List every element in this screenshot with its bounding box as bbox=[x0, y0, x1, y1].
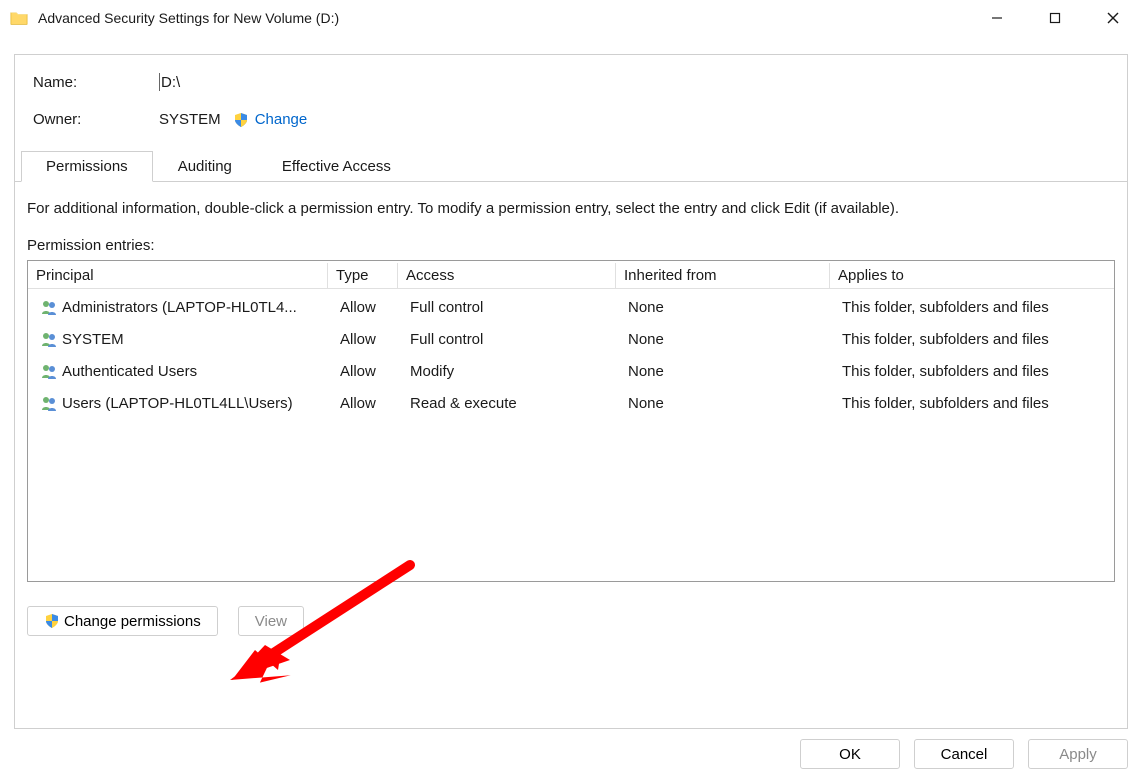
tab-body: For additional information, double-click… bbox=[15, 182, 1127, 648]
col-access[interactable]: Access bbox=[398, 263, 616, 289]
applies-text: This folder, subfolders and files bbox=[834, 329, 1114, 350]
type-text: Allow bbox=[332, 393, 402, 414]
principal-text: SYSTEM bbox=[62, 331, 124, 348]
col-type[interactable]: Type bbox=[328, 263, 398, 289]
permission-listview[interactable]: Principal Type Access Inherited from App… bbox=[27, 260, 1115, 582]
permission-entries-label: Permission entries: bbox=[27, 237, 1115, 254]
shield-icon bbox=[44, 613, 60, 629]
group-icon bbox=[40, 330, 58, 348]
ok-button[interactable]: OK bbox=[800, 739, 900, 769]
inherited-text: None bbox=[620, 393, 834, 414]
permission-row[interactable]: SYSTEM Allow Full control None This fold… bbox=[28, 323, 1114, 355]
view-button[interactable]: View bbox=[238, 606, 304, 636]
permission-row[interactable]: Administrators (LAPTOP-HL0TL4... Allow F… bbox=[28, 291, 1114, 323]
inherited-text: None bbox=[620, 361, 834, 382]
permission-row[interactable]: Users (LAPTOP-HL0TL4LL\Users) Allow Read… bbox=[28, 387, 1114, 419]
tab-permissions[interactable]: Permissions bbox=[21, 151, 153, 182]
name-value: D:\ bbox=[159, 73, 180, 91]
tab-effective-access[interactable]: Effective Access bbox=[257, 151, 416, 182]
inherited-text: None bbox=[620, 329, 834, 350]
group-icon bbox=[40, 362, 58, 380]
shield-icon bbox=[233, 112, 249, 128]
type-text: Allow bbox=[332, 329, 402, 350]
dialog-footer: OK Cancel Apply bbox=[800, 739, 1128, 769]
principal-text: Users (LAPTOP-HL0TL4LL\Users) bbox=[62, 395, 293, 412]
maximize-button[interactable] bbox=[1026, 0, 1084, 36]
folder-icon bbox=[10, 9, 28, 27]
applies-text: This folder, subfolders and files bbox=[834, 361, 1114, 382]
permission-row[interactable]: Authenticated Users Allow Modify None Th… bbox=[28, 355, 1114, 387]
access-text: Read & execute bbox=[402, 393, 620, 414]
access-text: Modify bbox=[402, 361, 620, 382]
access-text: Full control bbox=[402, 329, 620, 350]
title-bar: Advanced Security Settings for New Volum… bbox=[0, 0, 1142, 36]
name-label: Name: bbox=[33, 74, 159, 91]
apply-label: Apply bbox=[1059, 746, 1097, 763]
change-permissions-button[interactable]: Change permissions bbox=[27, 606, 218, 636]
owner-value: SYSTEM bbox=[159, 111, 221, 128]
tab-strip: Permissions Auditing Effective Access bbox=[15, 150, 1127, 182]
type-text: Allow bbox=[332, 361, 402, 382]
change-owner-link[interactable]: Change bbox=[255, 111, 308, 128]
name-value-text: D:\ bbox=[161, 74, 180, 91]
change-permissions-label: Change permissions bbox=[64, 613, 201, 630]
principal-text: Authenticated Users bbox=[62, 363, 197, 380]
col-applies[interactable]: Applies to bbox=[830, 263, 1114, 289]
cancel-label: Cancel bbox=[941, 746, 988, 763]
principal-text: Administrators (LAPTOP-HL0TL4... bbox=[62, 299, 297, 316]
tab-auditing[interactable]: Auditing bbox=[153, 151, 257, 182]
access-text: Full control bbox=[402, 297, 620, 318]
owner-label: Owner: bbox=[33, 111, 159, 128]
applies-text: This folder, subfolders and files bbox=[834, 297, 1114, 318]
listview-header: Principal Type Access Inherited from App… bbox=[28, 261, 1114, 291]
minimize-button[interactable] bbox=[968, 0, 1026, 36]
view-label: View bbox=[255, 613, 287, 630]
ok-label: OK bbox=[839, 746, 861, 763]
col-principal[interactable]: Principal bbox=[28, 263, 328, 289]
dialog-frame: Name: D:\ Owner: SYSTEM Change Permissio… bbox=[14, 54, 1128, 729]
col-inherited[interactable]: Inherited from bbox=[616, 263, 830, 289]
group-icon bbox=[40, 394, 58, 412]
instructions-text: For additional information, double-click… bbox=[27, 200, 1115, 217]
applies-text: This folder, subfolders and files bbox=[834, 393, 1114, 414]
inherited-text: None bbox=[620, 297, 834, 318]
object-info: Name: D:\ Owner: SYSTEM Change bbox=[15, 55, 1127, 150]
cancel-button[interactable]: Cancel bbox=[914, 739, 1014, 769]
group-icon bbox=[40, 298, 58, 316]
apply-button[interactable]: Apply bbox=[1028, 739, 1128, 769]
type-text: Allow bbox=[332, 297, 402, 318]
close-button[interactable] bbox=[1084, 0, 1142, 36]
window-title: Advanced Security Settings for New Volum… bbox=[38, 10, 339, 26]
